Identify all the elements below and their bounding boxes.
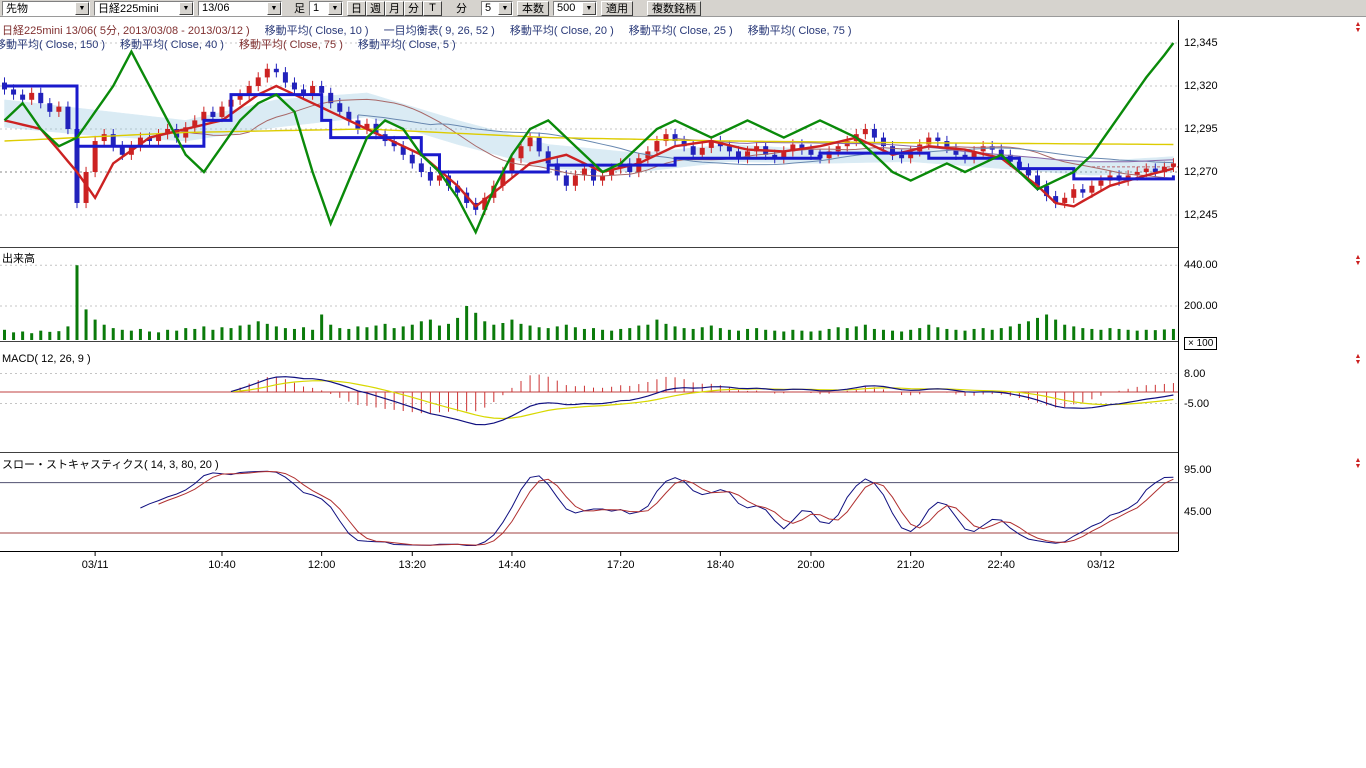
timeframe-button-group: 日 週 月 分 T <box>347 1 442 16</box>
symbol-select[interactable]: 日経225mini ▼ <box>94 1 194 16</box>
chevron-down-icon[interactable]: ▼ <box>582 2 596 15</box>
volume-pane-label: 出来高 <box>2 250 35 266</box>
x-axis-label: 22:40 <box>979 559 1023 571</box>
volume-pane-scroll-arrows: ▲▼ <box>1352 255 1364 267</box>
price-axis-label: 12,270 <box>1184 166 1218 178</box>
stochastics-pane-label: スロー・ストキャスティクス( 14, 3, 80, 20 ) <box>2 456 219 472</box>
chart-application-window: 先物 ▼ 日経225mini ▼ 13/06 ▼ 足 1 ▼ 日 週 月 分 T… <box>0 0 1366 768</box>
interval-value: 1 <box>313 2 319 14</box>
legend-item: 移動平均( Close, 20 ) <box>510 25 614 37</box>
interval-stepper[interactable]: 1 ▼ <box>309 1 343 16</box>
count-value: 5 <box>485 2 491 14</box>
stochastics-reference-lines <box>0 483 1178 533</box>
chevron-down-icon[interactable]: ▼ <box>267 2 281 15</box>
timeframe-tick-button[interactable]: T <box>423 1 442 16</box>
scroll-down-icon[interactable]: ▼ <box>1352 360 1364 366</box>
volume-axis-label: 440.00 <box>1184 259 1218 271</box>
scroll-down-icon[interactable]: ▼ <box>1352 464 1364 470</box>
legend-item: 移動平均( Close, 150 ) <box>0 39 105 51</box>
x-axis-label: 03/11 <box>73 559 117 571</box>
x-axis-label: 10:40 <box>200 559 244 571</box>
volume-gridlines <box>0 265 1178 306</box>
macd-axis-label: 8.00 <box>1184 368 1205 380</box>
pane-frames <box>0 20 1179 556</box>
multi-symbol-button[interactable]: 複数銘柄 <box>647 1 701 16</box>
stochastics-axis-label: 95.00 <box>1184 464 1212 476</box>
apply-button[interactable]: 適用 <box>601 1 633 16</box>
category-select-value: 先物 <box>6 1 28 16</box>
price-axis-label: 12,320 <box>1184 80 1218 92</box>
count-stepper[interactable]: 5 ▼ <box>481 1 513 16</box>
chevron-down-icon[interactable]: ▼ <box>75 2 89 15</box>
price-axis-label: 12,345 <box>1184 37 1218 49</box>
category-select[interactable]: 先物 ▼ <box>2 1 90 16</box>
timeframe-week-button[interactable]: 週 <box>366 1 385 16</box>
macd-axis-label: -5.00 <box>1184 398 1209 410</box>
ichimoku-cloud <box>5 93 1174 175</box>
chevron-down-icon[interactable]: ▼ <box>328 2 342 15</box>
bar-type-label: 足 <box>294 0 305 16</box>
stochastics-axis-label: 45.00 <box>1184 506 1212 518</box>
contract-month-value: 13/06 <box>202 2 230 14</box>
stochastics-pane-scroll-arrows: ▲▼ <box>1352 458 1364 470</box>
timeframe-day-button[interactable]: 日 <box>347 1 366 16</box>
legend-item: 移動平均( Close, 75 ) <box>239 39 343 51</box>
x-axis-label: 03/12 <box>1079 559 1123 571</box>
x-axis-label: 14:40 <box>490 559 534 571</box>
legend-item: 移動平均( Close, 40 ) <box>120 39 224 51</box>
macd-pane-label: MACD( 12, 26, 9 ) <box>2 353 91 365</box>
scroll-down-icon[interactable]: ▼ <box>1352 28 1364 34</box>
legend-item: 移動平均( Close, 25 ) <box>629 25 733 37</box>
chevron-down-icon[interactable]: ▼ <box>179 2 193 15</box>
timeframe-minute-button[interactable]: 分 <box>404 1 423 16</box>
bars-stepper[interactable]: 500 ▼ <box>553 1 597 16</box>
symbol-select-value: 日経225mini <box>98 1 159 16</box>
macd-pane-scroll-arrows: ▲▼ <box>1352 354 1364 366</box>
volume-bars <box>5 265 1174 340</box>
x-axis-label: 12:00 <box>300 559 344 571</box>
scroll-down-icon[interactable]: ▼ <box>1352 261 1364 267</box>
bars-value: 500 <box>557 2 575 14</box>
legend-item: 移動平均( Close, 75 ) <box>748 25 852 37</box>
bar-count-button[interactable]: 本数 <box>517 1 549 16</box>
chart-canvas[interactable] <box>0 0 1366 768</box>
price-axis-label: 12,295 <box>1184 123 1218 135</box>
timeframe-month-button[interactable]: 月 <box>385 1 404 16</box>
x-axis-label: 20:00 <box>789 559 833 571</box>
macd-series <box>231 375 1173 425</box>
price-pane-scroll-arrows: ▲▼ <box>1352 22 1364 34</box>
chevron-down-icon[interactable]: ▼ <box>498 2 512 15</box>
volume-multiplier-badge: × 100 <box>1184 337 1217 350</box>
contract-month-select[interactable]: 13/06 ▼ <box>198 1 282 16</box>
legend-item: 移動平均( Close, 5 ) <box>358 39 456 51</box>
price-axis-label: 12,245 <box>1184 209 1218 221</box>
legend-row-2: 移動平均( Close, 150 ) 移動平均( Close, 40 ) 移動平均(… <box>2 36 471 52</box>
volume-axis-label: 200.00 <box>1184 300 1218 312</box>
x-axis-label: 21:20 <box>889 559 933 571</box>
x-axis-label: 13:20 <box>390 559 434 571</box>
selected-unit-label: 分 <box>456 0 467 16</box>
x-axis-label: 18:40 <box>698 559 742 571</box>
toolbar: 先物 ▼ 日経225mini ▼ 13/06 ▼ 足 1 ▼ 日 週 月 分 T… <box>0 0 1366 17</box>
x-axis-label: 17:20 <box>599 559 643 571</box>
macd-gridlines <box>0 374 1178 404</box>
